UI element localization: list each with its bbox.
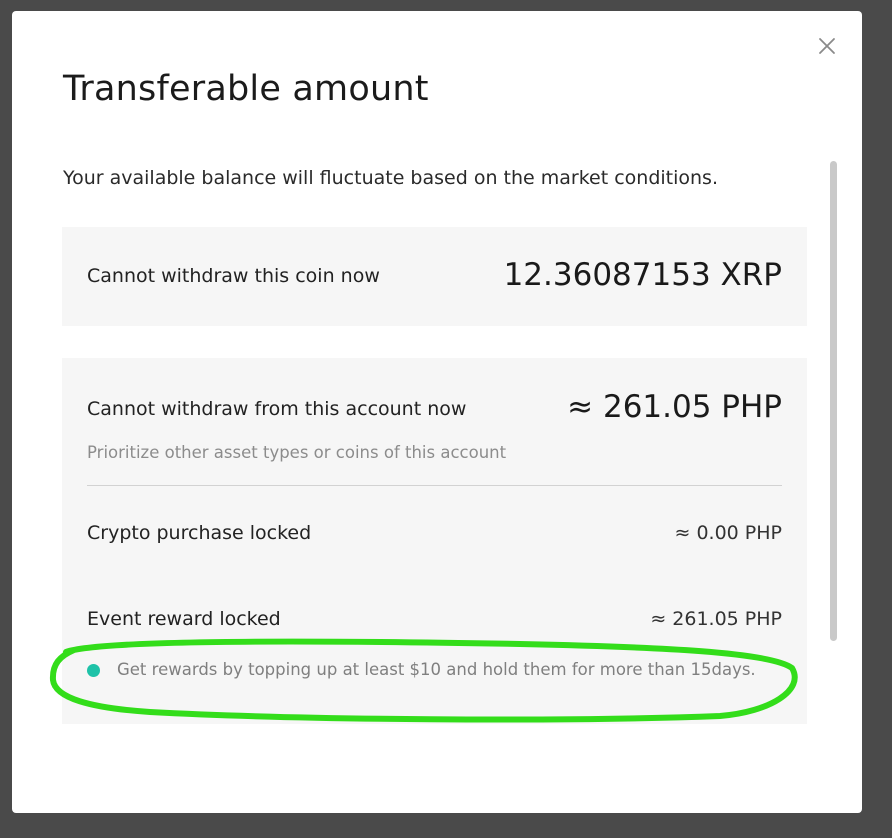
coin-withdraw-label: Cannot withdraw this coin now (87, 265, 380, 287)
dialog-title: Transferable amount (63, 69, 429, 109)
coin-withdraw-value: 12.36087153 XRP (503, 257, 782, 293)
close-icon[interactable] (816, 35, 838, 57)
account-withdraw-hint: Prioritize other asset types or coins of… (87, 443, 507, 462)
account-withdraw-card: Cannot withdraw from this account now ≈ … (62, 358, 807, 724)
account-withdraw-value: ≈ 261.05 PHP (567, 389, 782, 425)
scrollbar[interactable] (830, 161, 837, 641)
event-reward-locked-label: Event reward locked (87, 608, 281, 630)
coin-withdraw-card: Cannot withdraw this coin now 12.3608715… (62, 227, 807, 326)
event-reward-note: Get rewards by topping up at least $10 a… (117, 660, 756, 679)
dialog-subtitle: Your available balance will fluctuate ba… (63, 167, 718, 189)
event-reward-locked-value: ≈ 261.05 PHP (650, 608, 782, 630)
crypto-purchase-locked-value: ≈ 0.00 PHP (674, 522, 782, 544)
status-dot-icon (87, 664, 100, 677)
account-withdraw-label: Cannot withdraw from this account now (87, 398, 467, 420)
divider (87, 485, 782, 486)
crypto-purchase-locked-label: Crypto purchase locked (87, 522, 312, 544)
transferable-amount-dialog: Transferable amount Your available balan… (12, 11, 862, 813)
